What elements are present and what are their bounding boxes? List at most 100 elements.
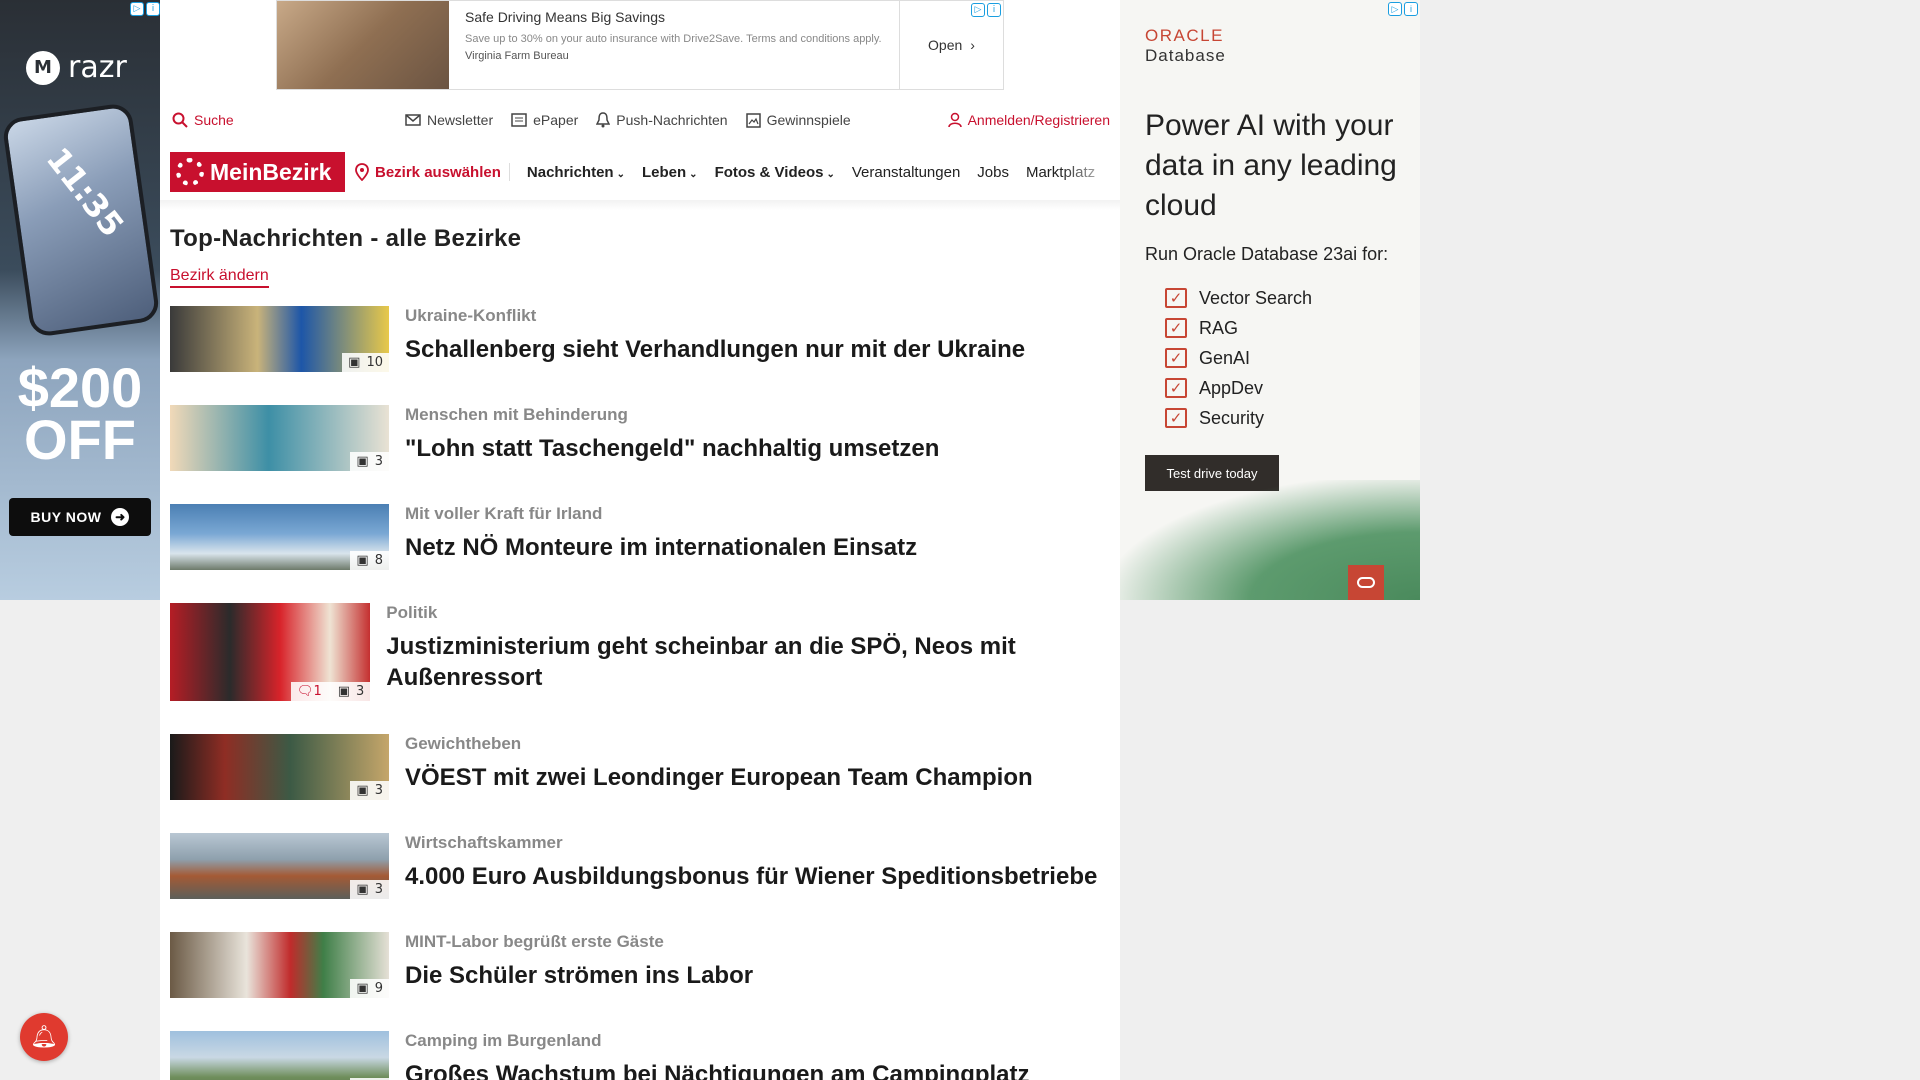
nav-item-label: Jobs: [977, 163, 1009, 181]
feature-label: GenAI: [1199, 347, 1251, 368]
utility-links: Newsletter ePaper Push-Nachrichten Gewin…: [405, 112, 851, 128]
article-thumbnail[interactable]: 🗨1 ▣ 3: [170, 603, 371, 701]
article-kicker: Politik: [386, 603, 438, 622]
checkmark-icon: ✓: [1165, 378, 1187, 398]
article-headline[interactable]: Netz NÖ Monteure im internationalen Eins…: [405, 532, 917, 563]
article-kicker: Wirtschaftskammer: [405, 833, 563, 852]
site-logo[interactable]: MeinBezirk: [170, 152, 345, 192]
article-item[interactable]: ▣ 3 Menschen mit Behinderung "Lohn statt …: [170, 405, 1110, 471]
article-headline[interactable]: 4.000 Euro Ausbildungsbonus für Wiener S…: [405, 861, 1097, 892]
media-count-badge: 🗨1 ▣ 3: [290, 682, 371, 701]
newsletter-link[interactable]: Newsletter: [405, 112, 493, 128]
adchoices-icon[interactable]: ▷ i: [971, 3, 1001, 17]
article-thumbnail[interactable]: ▣3: [170, 405, 389, 471]
article-kicker: Ukraine-Konflikt: [405, 306, 537, 325]
image-count-badge: ▣3: [350, 452, 389, 471]
comment-icon: 🗨1: [296, 684, 322, 699]
article-thumbnail[interactable]: ▣ 8: [170, 504, 389, 570]
article-headline[interactable]: Die Schüler strömen ins Labor: [405, 960, 753, 991]
change-district-link[interactable]: Bezirk ändern: [170, 267, 269, 288]
bell-icon: [596, 112, 611, 128]
article-headline[interactable]: Justizministerium geht scheinbar an die …: [386, 631, 1110, 693]
article-thumbnail[interactable]: ▣3: [170, 1031, 389, 1080]
checkmark-icon: ✓: [1165, 288, 1187, 308]
chevron-right-icon: ›: [970, 37, 975, 53]
left-skyscraper-ad[interactable]: ▷ i M razr 11:35 $200 OFF BUY NOW ➜: [0, 0, 160, 600]
picture-icon: [745, 112, 761, 128]
contests-link[interactable]: Gewinnspiele: [745, 112, 851, 128]
article-item[interactable]: ▣3 Camping im Burgenland Großes Wachstum…: [170, 1031, 1110, 1080]
epaper-link[interactable]: ePaper: [511, 112, 578, 128]
article-kicker: Mit voller Kraft für Irland: [405, 504, 603, 523]
article-thumbnail[interactable]: ▣3: [170, 734, 389, 800]
nav-item-jobs[interactable]: Jobs: [977, 164, 1009, 181]
feature-label: Vector Search: [1199, 287, 1313, 308]
ad-brand-text: razr: [68, 50, 127, 85]
notification-bell-button[interactable]: 🔔︎: [20, 1013, 68, 1061]
article-item[interactable]: ▣ 9 MINT-Labor begrüßt erste Gäste Die Sc…: [170, 932, 1110, 998]
nav-item-nachrichten[interactable]: Nachrichten ⌄: [527, 164, 625, 181]
article-item[interactable]: ▣ 8 Mit voller Kraft für Irland Netz NÖ M…: [170, 504, 1110, 570]
oracle-brand: ORACLE: [1145, 26, 1224, 45]
article-headline[interactable]: Großes Wachstum bei Nächtigungen am Camp…: [405, 1059, 1030, 1080]
top-banner-ad[interactable]: Safe Driving Means Big Savings Save up t…: [276, 0, 1004, 90]
mail-icon: [405, 114, 421, 126]
article-kicker: Gewichtheben: [405, 734, 522, 753]
select-district-label: Bezirk auswählen: [375, 163, 501, 181]
oracle-logo: ORACLE Database: [1145, 26, 1226, 66]
push-notifications-link[interactable]: Push-Nachrichten: [596, 112, 728, 128]
article-thumbnail[interactable]: ▣ 10: [170, 306, 389, 372]
ad-image: [277, 1, 449, 89]
comment-count: 1: [313, 684, 322, 699]
ad-offer-off: OFF: [24, 408, 136, 471]
chevron-down-icon: ⌄: [616, 168, 625, 180]
article-kicker: Menschen mit Behinderung: [405, 405, 628, 424]
user-icon: [947, 112, 962, 128]
ad-offer: $200 OFF: [8, 360, 152, 471]
feature-label: Security: [1199, 407, 1265, 428]
search-link[interactable]: Suche: [172, 112, 234, 128]
article-item[interactable]: 🗨1 ▣ 3 Politik Justizministerium geht sche…: [170, 603, 1110, 701]
adchoices-icon[interactable]: ▷ i: [130, 2, 160, 16]
article-thumbnail[interactable]: ▣3: [170, 833, 389, 899]
ad-open-label: Open: [928, 37, 963, 53]
login-link[interactable]: Anmelden/Registrieren: [947, 112, 1110, 128]
article-item[interactable]: ▣ 3 Wirtschaftskammer 4.000 Euro Ausbildu…: [170, 833, 1110, 899]
image-count: 8: [374, 553, 383, 568]
phone-time: 11:35: [38, 140, 132, 244]
chevron-down-icon: ⌄: [826, 168, 835, 180]
nav-item-fotos-videos[interactable]: Fotos & Videos ⌄: [715, 164, 835, 181]
gallery-icon: ▣: [337, 684, 351, 699]
search-label: Suche: [194, 112, 234, 128]
main-navigation: MeinBezirk Bezirk auswählen Nachrichten ⌄…: [160, 152, 1120, 192]
logo-text: MeinBezirk: [210, 158, 332, 185]
article-item[interactable]: ▣ 3 Gewichtheben VÖEST mit zwei Leondinge…: [170, 734, 1110, 800]
newsletter-label: Newsletter: [427, 112, 494, 128]
article-thumbnail[interactable]: ▣ 9: [170, 932, 389, 998]
nav-item-veranstaltungen[interactable]: Veranstaltungen: [852, 164, 960, 181]
image-count: 3: [374, 882, 383, 897]
gallery-icon: ▣: [348, 355, 361, 370]
bell-icon: 🔔︎: [30, 1024, 58, 1050]
adchoices-icon[interactable]: ▷ i: [1388, 2, 1418, 16]
article-headline[interactable]: "Lohn statt Taschengeld" nachhaltig umse…: [405, 433, 939, 464]
image-count-badge: ▣3: [350, 880, 389, 899]
nav-item-leben[interactable]: Leben ⌄: [642, 164, 698, 181]
right-rectangle-ad[interactable]: ▷ i ORACLE Database Power AI with your da…: [1120, 0, 1420, 600]
select-district-button[interactable]: Bezirk auswählen: [355, 163, 510, 181]
nav-item-label: Veranstaltungen: [851, 163, 961, 181]
article-text: MINT-Labor begrüßt erste Gäste Die Schül…: [405, 932, 753, 998]
feature-label: RAG: [1199, 317, 1239, 338]
feature-item: ✓ AppDev: [1165, 373, 1312, 403]
image-count-badge: ▣3: [350, 781, 389, 800]
article-headline[interactable]: Schallenberg sieht Verhandlungen nur mit…: [405, 334, 1025, 365]
image-count: 3: [374, 783, 383, 798]
feature-item: ✓ Security: [1165, 403, 1312, 433]
utility-bar: Suche Newsletter ePaper Push-Nachrichten: [160, 100, 1120, 140]
motorola-logo-icon: M: [26, 50, 60, 85]
article-item[interactable]: ▣ 10 Ukraine-Konflikt Schallenberg sieht …: [170, 306, 1110, 372]
push-label: Push-Nachrichten: [616, 112, 728, 128]
ad-headline: Power AI with your data in any leading c…: [1145, 109, 1397, 222]
buy-now-button[interactable]: BUY NOW ➜: [9, 498, 151, 536]
article-headline[interactable]: VÖEST mit zwei Leondinger European Team …: [405, 762, 1033, 793]
